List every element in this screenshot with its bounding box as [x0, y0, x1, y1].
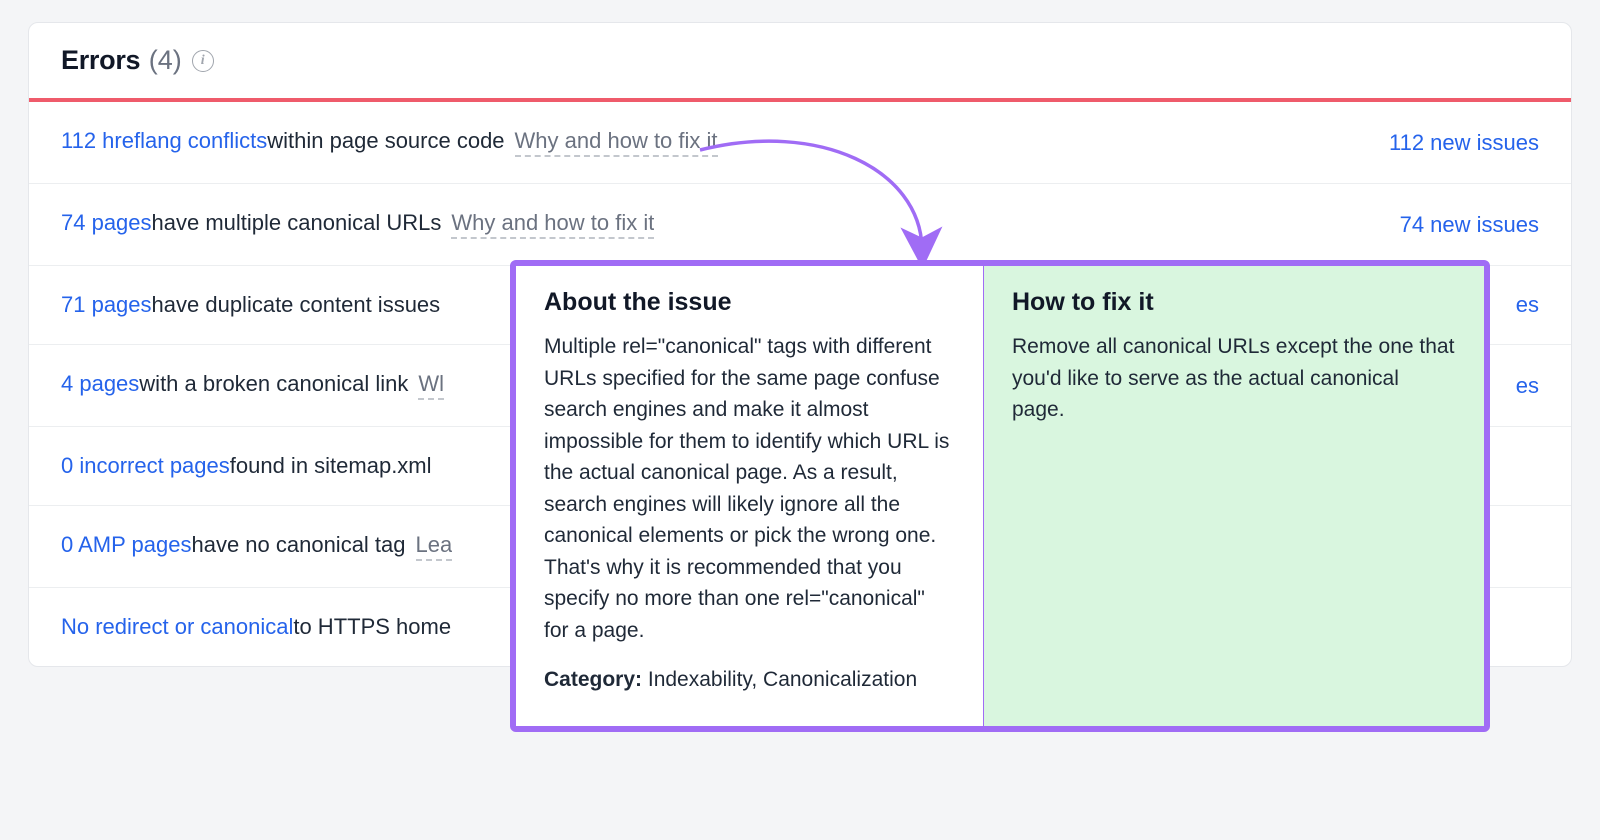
panel-count: (4) — [149, 45, 182, 75]
issue-detail-popup: About the issue Multiple rel="canonical"… — [510, 260, 1490, 732]
new-issues-link[interactable]: 74 new issues — [1400, 212, 1539, 238]
issue-link[interactable]: 0 AMP pages — [61, 532, 191, 558]
issue-link[interactable]: 112 hreflang conflicts — [61, 128, 267, 154]
new-issues-link[interactable]: 112 new issues — [1389, 130, 1539, 156]
issue-link[interactable]: No redirect or canonical — [61, 614, 293, 640]
about-column: About the issue Multiple rel="canonical"… — [516, 266, 984, 726]
issue-rest: within page source code — [267, 128, 504, 154]
category-line: Category: Indexability, Canonicalization — [544, 664, 955, 696]
new-issues-link[interactable]: es — [1516, 292, 1539, 318]
why-and-how-link[interactable]: Why and how to fix it — [515, 128, 718, 157]
issue-link[interactable]: 4 pages — [61, 371, 139, 397]
issue-link[interactable]: 74 pages — [61, 210, 152, 236]
issue-left: 0 incorrect pages found in sitemap.xml — [61, 453, 432, 479]
why-and-how-link[interactable]: Wl — [418, 371, 444, 400]
issue-left: 74 pages have multiple canonical URLs Wh… — [61, 210, 654, 239]
about-body: Multiple rel="canonical" tags with diffe… — [544, 331, 955, 646]
issue-rest: to HTTPS home — [293, 614, 451, 640]
issue-link[interactable]: 71 pages — [61, 292, 152, 318]
about-heading: About the issue — [544, 288, 955, 317]
panel-title: Errors (4) — [61, 45, 182, 76]
issue-left: No redirect or canonical to HTTPS home — [61, 614, 451, 640]
issue-left: 71 pages have duplicate content issues — [61, 292, 440, 318]
issue-row[interactable]: 112 hreflang conflicts within page sourc… — [29, 102, 1571, 184]
issue-row[interactable]: 74 pages have multiple canonical URLs Wh… — [29, 184, 1571, 266]
issue-rest: with a broken canonical link — [139, 371, 408, 397]
fix-heading: How to fix it — [1012, 288, 1456, 317]
issue-link[interactable]: 0 incorrect pages — [61, 453, 230, 479]
issue-rest: have no canonical tag — [191, 532, 405, 558]
issue-rest: have multiple canonical URLs — [152, 210, 442, 236]
new-issues-link[interactable]: es — [1516, 373, 1539, 399]
fix-column: How to fix it Remove all canonical URLs … — [984, 266, 1484, 726]
panel-title-text: Errors — [61, 45, 140, 75]
issue-rest: have duplicate content issues — [152, 292, 441, 318]
category-value: Indexability, Canonicalization — [642, 668, 917, 691]
fix-body: Remove all canonical URLs except the one… — [1012, 331, 1456, 426]
why-and-how-link[interactable]: Why and how to fix it — [451, 210, 654, 239]
why-and-how-link[interactable]: Lea — [416, 532, 453, 561]
panel-header: Errors (4) i — [29, 23, 1571, 98]
issue-left: 0 AMP pages have no canonical tag Lea — [61, 532, 452, 561]
issue-rest: found in sitemap.xml — [230, 453, 432, 479]
category-label: Category: — [544, 668, 642, 691]
issue-left: 112 hreflang conflicts within page sourc… — [61, 128, 718, 157]
issue-left: 4 pages with a broken canonical link Wl — [61, 371, 444, 400]
info-icon[interactable]: i — [192, 50, 214, 72]
